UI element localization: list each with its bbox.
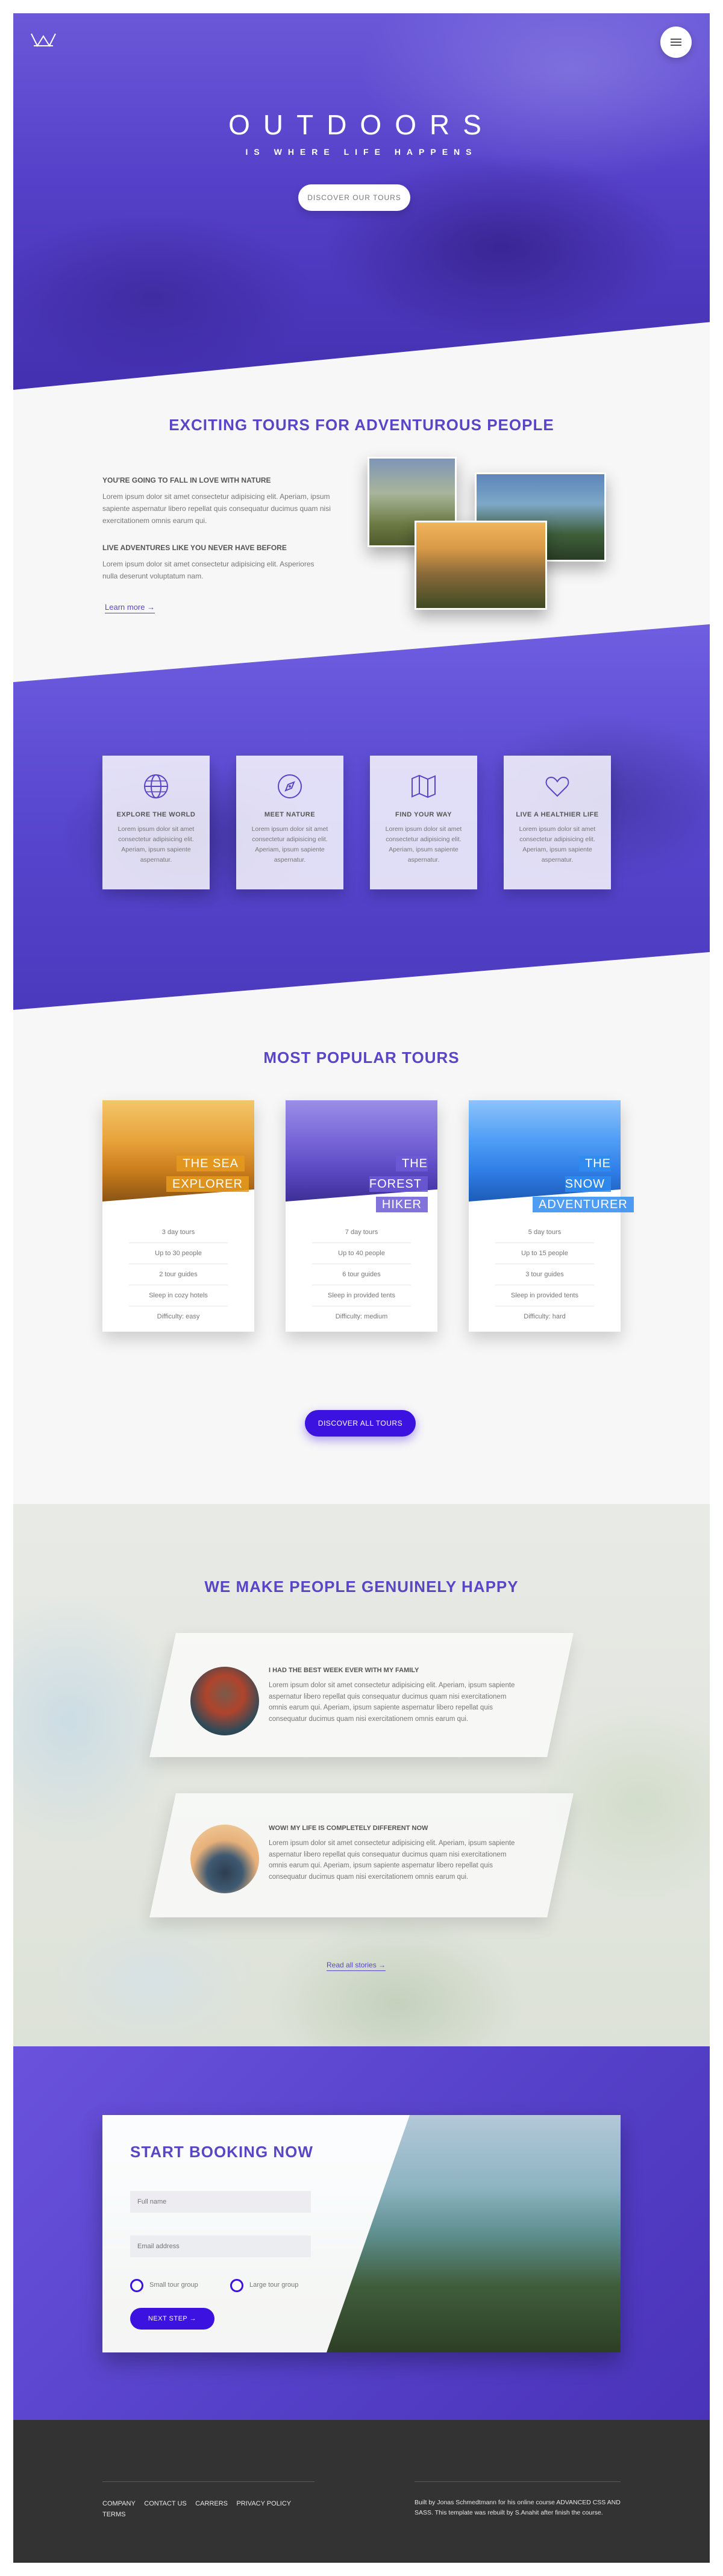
globe-icon [144,774,168,798]
footer-nav: COMPANY CONTACT US CARRERS PRIVACY POLIC… [102,2481,315,2519]
discover-all-tours-button[interactable]: DISCOVER ALL TOURS [305,1410,416,1437]
email-input[interactable] [130,2236,311,2257]
list-item: 5 day tours [495,1222,594,1243]
tour-name: THE FOREST HIKER [369,1156,428,1212]
hamburger-icon [671,39,681,40]
footer-link-privacy[interactable]: PRIVACY POLICY [236,2500,291,2507]
hero-header: OUTDOORS IS WHERE LIFE HAPPENS DISCOVER … [13,13,710,390]
map-icon [412,774,436,798]
about-photo-3[interactable] [415,521,547,610]
discover-tours-button[interactable]: DISCOVER OUR TOURS [298,184,410,211]
story-heading: WOW! MY LIFE IS COMPLETELY DIFFERENT NOW [269,1825,428,1832]
next-step-button[interactable]: NEXT STEP → [130,2308,214,2330]
heart-icon [545,776,569,797]
story-text: Lorem ipsum dolor sit amet consectetur a… [269,1840,515,1881]
large-group-radio[interactable] [230,2279,243,2292]
list-item: Difficulty: easy [157,1313,200,1320]
list-item: 3 day tours [129,1222,228,1243]
list-item: 6 tour guides [312,1264,411,1285]
avatar [190,1825,259,1893]
feature-title: FIND YOUR WAY [395,811,452,818]
story-heading: I HAD THE BEST WEEK EVER WITH MY FAMILY [269,1667,419,1674]
feature-box-nature[interactable]: MEET NATURE Lorem ipsum dolor sit amet c… [236,756,343,889]
about-text-2: Lorem ipsum dolor sit amet consectetur a… [102,560,315,580]
feature-title: MEET NATURE [264,811,316,818]
about-heading-2: LIVE ADVENTURES LIKE YOU NEVER HAVE BEFO… [102,544,287,552]
story-text: Lorem ipsum dolor sit amet consectetur a… [269,1682,515,1723]
about-heading-1: YOU'RE GOING TO FALL IN LOVE WITH NATURE [102,476,271,484]
feature-box-find-way[interactable]: FIND YOUR WAY Lorem ipsum dolor sit amet… [370,756,477,889]
footer-link-terms[interactable]: TERMS [102,2511,126,2518]
footer-link-company[interactable]: COMPANY [102,2500,136,2507]
mountain-crown-logo[interactable] [30,31,57,49]
list-item: 7 day tours [312,1222,411,1243]
list-item: Up to 40 people [312,1243,411,1264]
tour-details-list: 3 day tours Up to 30 people 2 tour guide… [102,1222,254,1327]
tour-card-sea[interactable]: THE SEA EXPLORER 3 day tours Up to 30 pe… [102,1100,254,1332]
feature-title: EXPLORE THE WORLD [116,811,196,818]
feature-text: Lorem ipsum dolor sit amet consectetur a… [251,826,328,863]
footer-link-careers[interactable]: CARRERS [195,2500,228,2507]
list-item: Sleep in provided tents [312,1285,411,1306]
footer-copyright: Built by Jonas Schmedtmann for his onlin… [415,2481,621,2518]
read-all-stories-link[interactable]: Read all stories → [327,1961,386,1971]
avatar [190,1667,259,1735]
list-item: Up to 15 people [495,1243,594,1264]
list-item: 3 tour guides [495,1264,594,1285]
hero-subtitle: IS WHERE LIFE HAPPENS [245,147,478,157]
list-item: Difficulty: hard [524,1313,566,1320]
page: OUTDOORS IS WHERE LIFE HAPPENS DISCOVER … [13,13,710,2563]
tours-title: MOST POPULAR TOURS [263,1048,460,1067]
feature-text: Lorem ipsum dolor sit amet consectetur a… [519,826,596,863]
list-item: 2 tour guides [129,1264,228,1285]
feature-box-healthy[interactable]: LIVE A HEALTHIER LIFE Lorem ipsum dolor … [504,756,611,889]
stories-title: WE MAKE PEOPLE GENUINELY HAPPY [204,1578,519,1596]
booking-title: START BOOKING NOW [130,2143,313,2161]
footer-link-contact[interactable]: CONTACT US [144,2500,187,2507]
tour-card-snow[interactable]: THE SNOW ADVENTURER 5 day tours Up to 15… [469,1100,634,1332]
menu-button[interactable] [660,27,692,58]
full-name-input[interactable] [130,2191,311,2213]
learn-more-link[interactable]: Learn more → [105,603,155,613]
hero-title: OUTDOORS [228,109,495,140]
feature-text: Lorem ipsum dolor sit amet consectetur a… [117,826,195,863]
feature-box-explore[interactable]: EXPLORE THE WORLD Lorem ipsum dolor sit … [102,756,210,889]
tour-name: THE SNOW ADVENTURER [533,1153,634,1215]
list-item: Sleep in provided tents [495,1285,594,1306]
list-item: Up to 30 people [129,1243,228,1264]
feature-title: LIVE A HEALTHIER LIFE [516,811,599,818]
list-item: Difficulty: medium [335,1313,388,1320]
tour-name: THE SEA EXPLORER [166,1153,249,1194]
about-title: EXCITING TOURS FOR ADVENTUROUS PEOPLE [169,416,554,434]
small-group-radio[interactable] [130,2279,143,2292]
tour-details-list: 5 day tours Up to 15 people 3 tour guide… [469,1222,621,1327]
small-group-label: Small tour group [149,2281,198,2289]
about-text-1: Lorem ipsum dolor sit amet consectetur a… [102,492,331,525]
large-group-label: Large tour group [249,2281,299,2289]
tour-card-forest[interactable]: THE FOREST HIKER 7 day tours Up to 40 pe… [286,1100,437,1332]
compass-icon [278,774,302,798]
list-item: Sleep in cozy hotels [129,1285,228,1306]
feature-text: Lorem ipsum dolor sit amet consectetur a… [385,826,462,863]
tour-details-list: 7 day tours Up to 40 people 6 tour guide… [286,1222,437,1327]
